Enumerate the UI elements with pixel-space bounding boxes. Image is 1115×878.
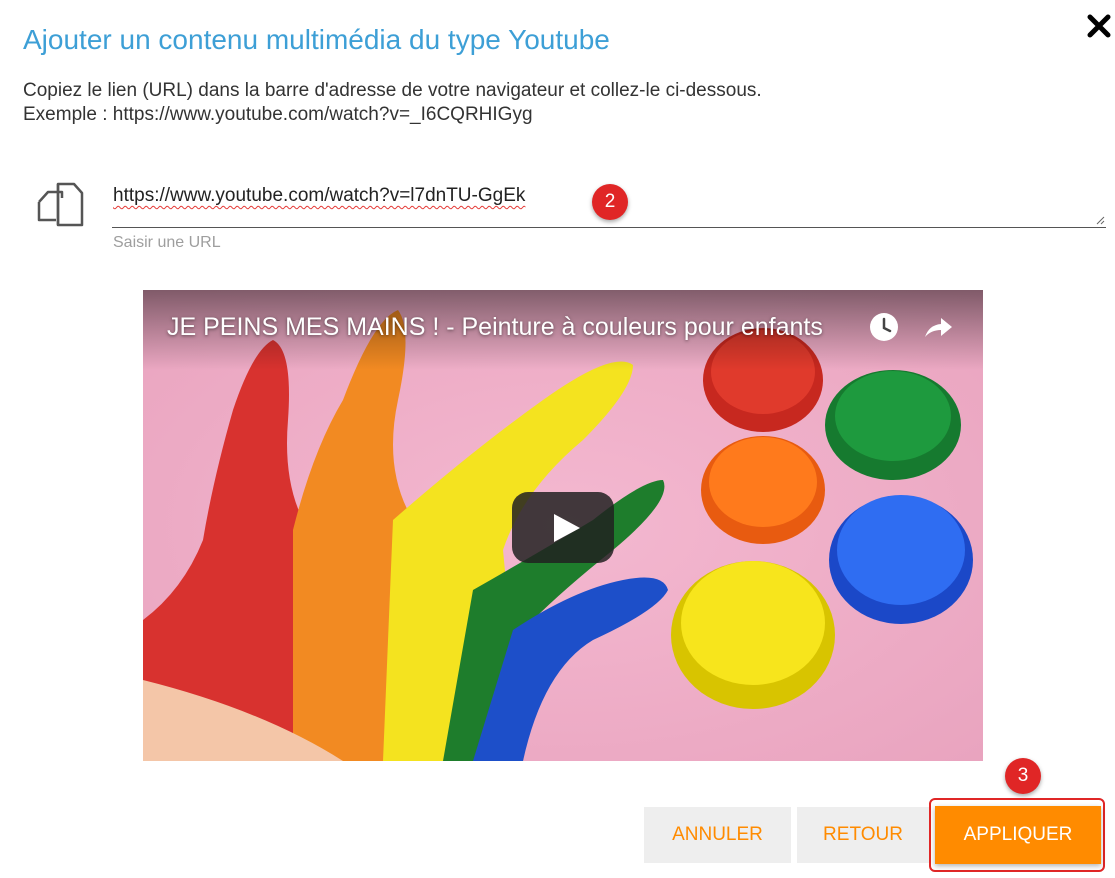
play-icon [554,514,580,542]
step-badge-3: 3 [1005,758,1041,794]
cancel-button[interactable]: ANNULER [644,807,791,863]
example-text: Exemple : https://www.youtube.com/watch?… [23,104,533,125]
dialog-title: Ajouter un contenu multimédia du type Yo… [23,24,610,55]
resize-handle-icon[interactable] [1096,216,1105,225]
clock-icon[interactable] [868,311,900,343]
close-icon[interactable] [1085,12,1113,40]
url-input-value[interactable]: https://www.youtube.com/watch?v=l7dnTU-G… [113,185,525,207]
share-icon[interactable] [921,311,955,343]
copy-icon [37,182,84,227]
url-helper-text: Saisir une URL [113,234,221,251]
back-button[interactable]: RETOUR [797,807,929,863]
play-button[interactable] [512,492,614,563]
video-title: JE PEINS MES MAINS ! - Peinture à couleu… [167,313,823,341]
step-badge-2: 2 [592,184,628,220]
video-preview[interactable]: JE PEINS MES MAINS ! - Peinture à couleu… [143,290,983,761]
apply-button[interactable]: APPLIQUER [935,806,1101,864]
instruction-text: Copiez le lien (URL) dans la barre d'adr… [23,80,762,101]
dialog-description: Copiez le lien (URL) dans la barre d'adr… [23,79,762,127]
